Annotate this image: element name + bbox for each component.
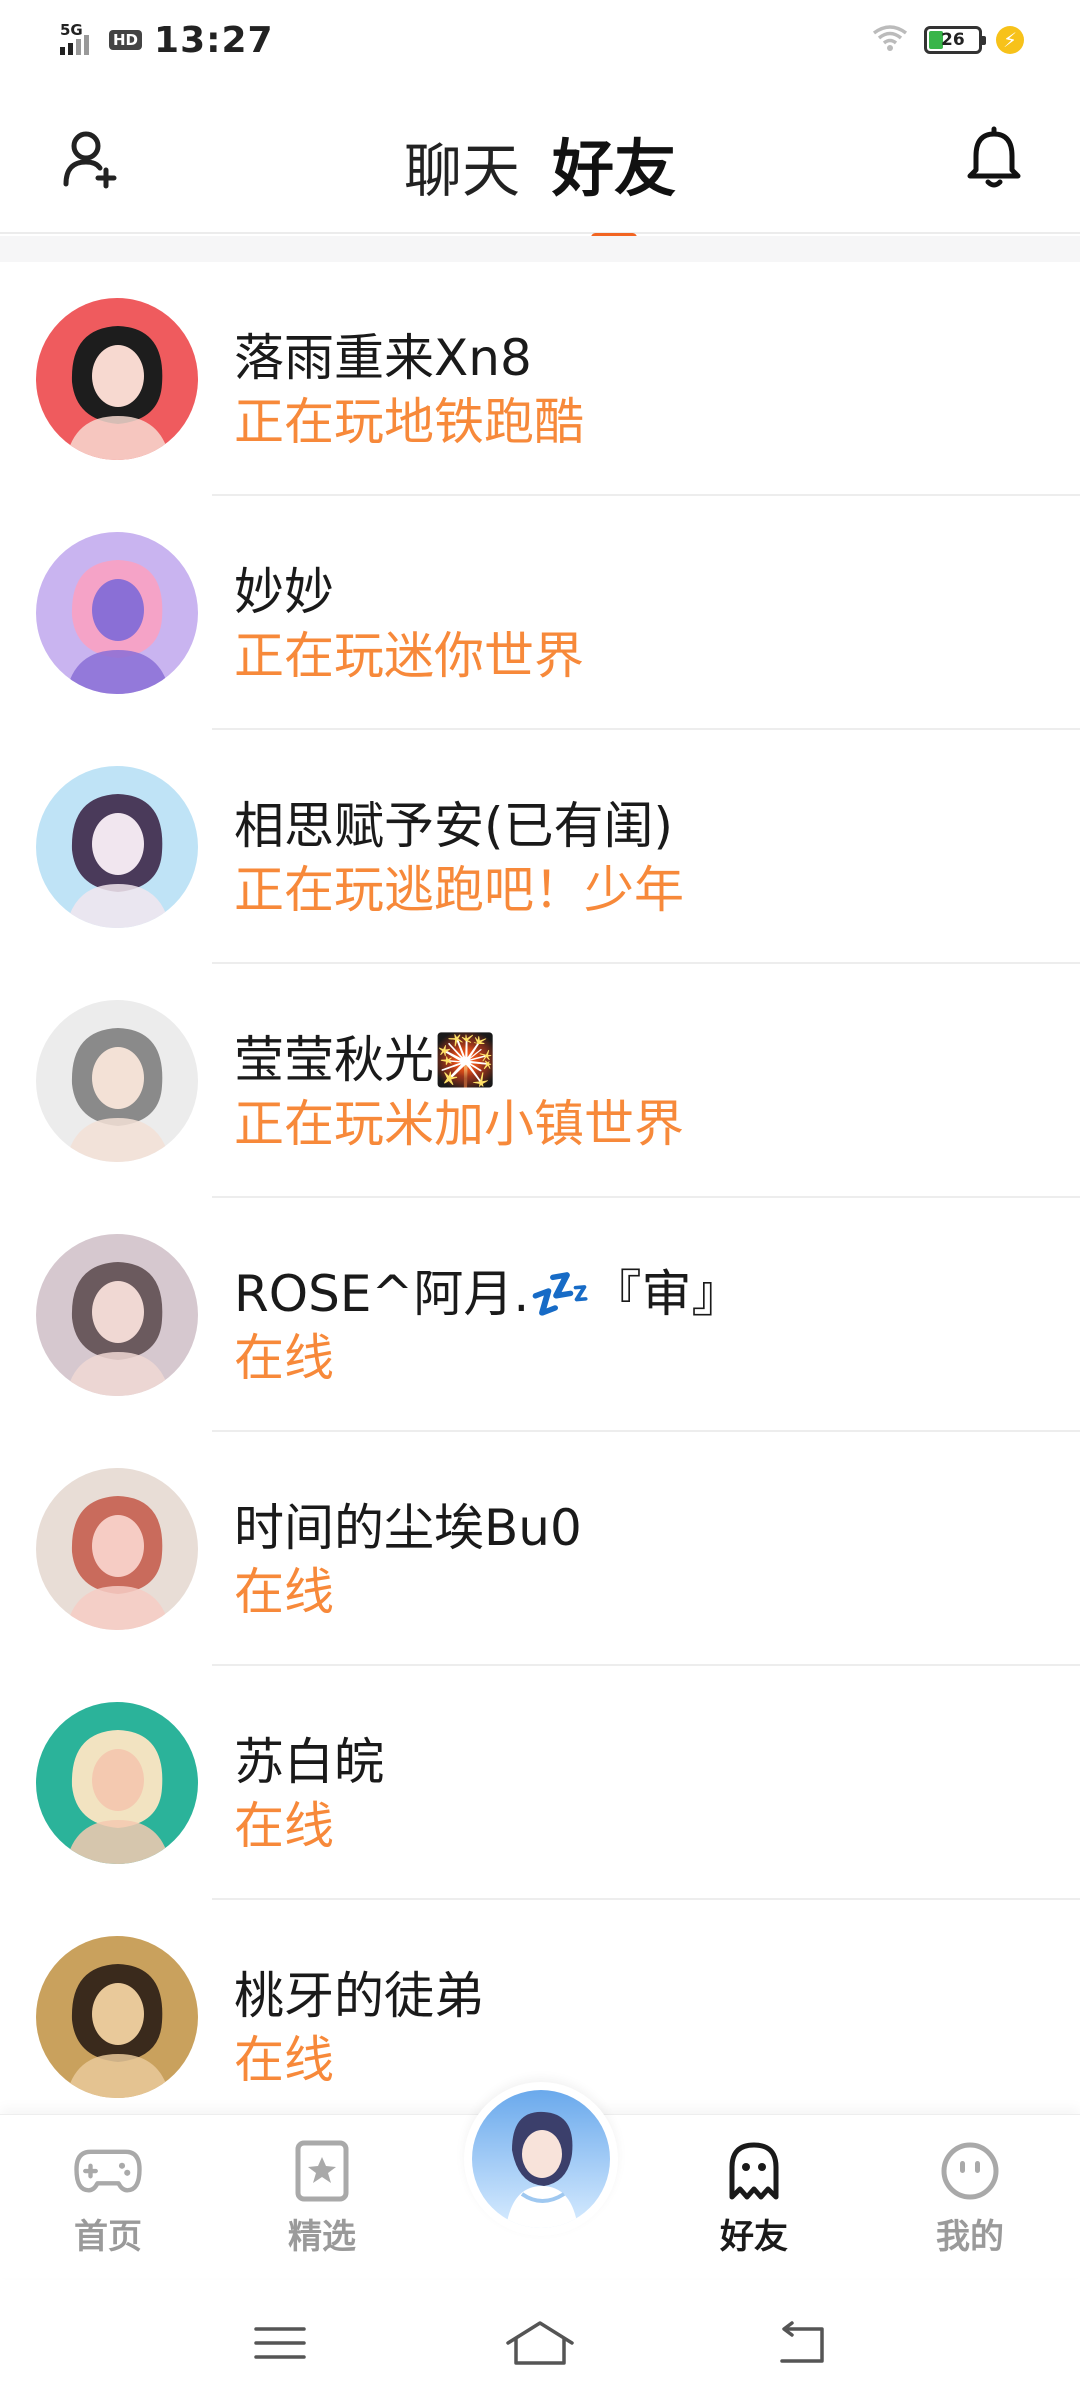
avatar[interactable] — [36, 1234, 198, 1396]
tab-friends[interactable]: 好友 — [552, 118, 677, 242]
friend-status: 正在玩米加小镇世界 — [234, 1095, 684, 1153]
nav-me[interactable]: 我的 — [910, 2139, 1030, 2258]
smiley-icon — [935, 2139, 1005, 2203]
avatar-image — [36, 766, 198, 928]
tab-chat-label: 聊天 — [403, 137, 520, 205]
nav-home-label: 首页 — [74, 2217, 142, 2257]
friend-row[interactable]: 落雨重来Xn8 正在玩地铁跑酷 — [0, 262, 1080, 496]
header-tabs: 聊天 好友 — [0, 118, 1080, 242]
friend-name: 莹莹秋光🎇 — [234, 1031, 497, 1089]
menu-icon[interactable] — [240, 2313, 320, 2373]
back-icon[interactable] — [760, 2313, 840, 2373]
nav-me-label: 我的 — [936, 2217, 1004, 2257]
system-nav — [0, 2278, 1080, 2408]
app-header: 聊天 好友 — [0, 80, 1080, 242]
avatar[interactable] — [36, 1468, 198, 1630]
avatar-image — [36, 1702, 198, 1864]
avatar-image — [36, 298, 198, 460]
friend-name: 桃牙的徒弟 — [234, 1967, 484, 2025]
friend-name: 时间的尘埃Bu0 — [234, 1499, 582, 1557]
avatar[interactable] — [36, 1702, 198, 1864]
avatar-image — [36, 1000, 198, 1162]
friend-status: 正在玩地铁跑酷 — [234, 393, 584, 451]
friend-status: 在线 — [234, 1563, 334, 1621]
ghost-icon — [719, 2139, 789, 2203]
friend-list: 落雨重来Xn8 正在玩地铁跑酷 妙妙 正在玩迷你世界 相思赋予安(已有闺) 正在… — [0, 262, 1080, 2134]
avatar[interactable] — [36, 1000, 198, 1162]
nav-home[interactable]: 首页 — [48, 2139, 168, 2258]
status-bar: 5G HD 13:27 26 ⚡ — [0, 0, 1080, 80]
tab-chat[interactable]: 聊天 — [404, 124, 520, 208]
friend-row[interactable]: 苏白皖 在线 — [0, 1666, 1080, 1900]
battery-level: 26 — [941, 30, 965, 50]
friend-row[interactable]: 莹莹秋光🎇 正在玩米加小镇世界 — [0, 964, 1080, 1198]
tab-friends-label: 好友 — [552, 132, 677, 205]
avatar-image — [36, 532, 198, 694]
signal-icon: 5G — [60, 21, 89, 55]
featured-avatar[interactable] — [464, 2082, 618, 2236]
charging-icon: ⚡ — [996, 26, 1024, 54]
nav-friends-label: 好友 — [720, 2209, 788, 2258]
status-bar-left: 5G HD 13:27 — [60, 20, 274, 61]
friend-name: 落雨重来Xn8 — [234, 329, 532, 387]
header-divider — [0, 236, 1080, 262]
status-bar-right: 26 ⚡ — [870, 23, 1024, 57]
friend-row[interactable]: 相思赋予安(已有闺) 正在玩逃跑吧！少年 — [0, 730, 1080, 964]
avatar[interactable] — [36, 766, 198, 928]
friend-status: 在线 — [234, 1797, 334, 1855]
gamepad-icon — [73, 2139, 143, 2203]
friend-name: 妙妙 — [234, 563, 334, 621]
avatar[interactable] — [36, 1936, 198, 2098]
featured-avatar-image — [472, 2090, 610, 2228]
friend-row[interactable]: 时间的尘埃Bu0 在线 — [0, 1432, 1080, 1666]
battery-icon: 26 — [924, 26, 986, 54]
hd-badge: HD — [109, 30, 143, 50]
avatar-image — [36, 1234, 198, 1396]
wifi-icon — [870, 23, 910, 57]
friend-row[interactable]: 妙妙 正在玩迷你世界 — [0, 496, 1080, 730]
friend-status: 在线 — [234, 1329, 334, 1387]
nav-featured-label: 精选 — [288, 2217, 356, 2257]
clock-time: 13:27 — [154, 19, 274, 61]
avatar-image — [36, 1468, 198, 1630]
friend-status: 在线 — [234, 2031, 334, 2089]
bell-icon[interactable] — [962, 126, 1026, 190]
friend-status: 正在玩逃跑吧！少年 — [234, 861, 684, 919]
network-type: 5G — [60, 21, 83, 39]
nav-friends[interactable]: 好友 — [694, 2139, 814, 2258]
friend-name: ROSE^阿月.💤『审』 — [234, 1265, 742, 1323]
home-icon[interactable] — [500, 2313, 580, 2373]
avatar-image — [36, 1936, 198, 2098]
star-card-icon — [287, 2139, 357, 2203]
friend-status: 正在玩迷你世界 — [234, 627, 584, 685]
avatar[interactable] — [36, 532, 198, 694]
friend-name: 苏白皖 — [234, 1733, 384, 1791]
nav-featured[interactable]: 精选 — [262, 2139, 382, 2258]
friend-row[interactable]: ROSE^阿月.💤『审』 在线 — [0, 1198, 1080, 1432]
friend-name: 相思赋予安(已有闺) — [234, 797, 674, 855]
avatar[interactable] — [36, 298, 198, 460]
